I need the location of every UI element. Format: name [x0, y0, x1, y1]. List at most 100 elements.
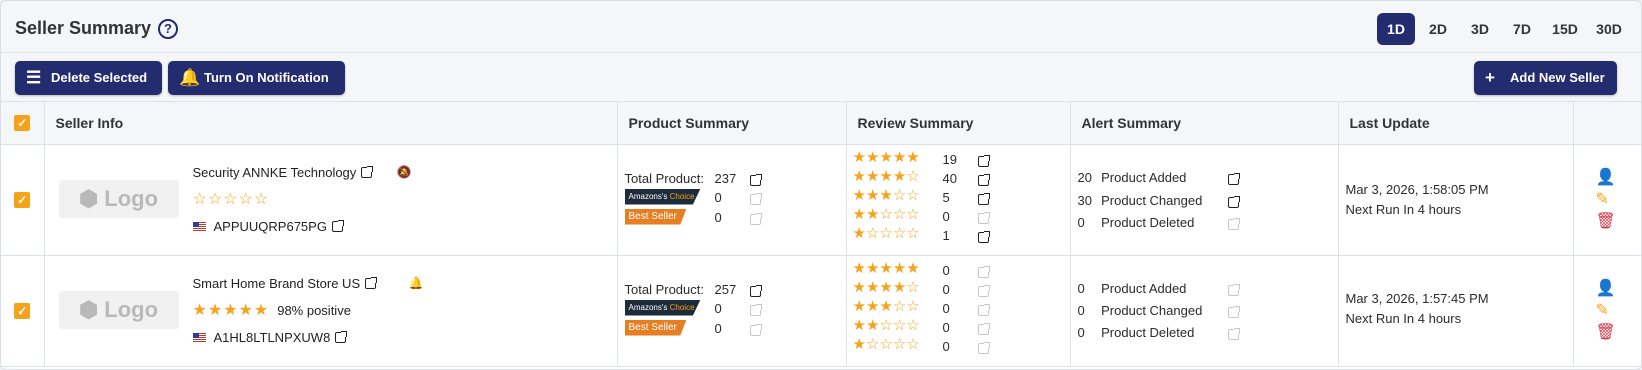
- review-summary-cell: ★★★★★ 19 ★★★★☆ 40 ★★★☆☆ 5 ★★☆☆☆ 0 ★☆☆☆☆ …: [846, 144, 1071, 256]
- external-link-icon: [749, 323, 762, 336]
- review-2-count: 0: [942, 208, 950, 224]
- add-new-seller-label: Add New Seller: [1510, 70, 1605, 85]
- seller-id: APPUUQRP675PG: [192, 219, 344, 234]
- external-link-icon[interactable]: [977, 192, 990, 205]
- seller-name-link[interactable]: Security ANNKE Technology: [193, 165, 357, 180]
- actions-cell: 👤 ✎ 🗑: [1573, 255, 1641, 367]
- bell-off-icon[interactable]: 🔕: [397, 165, 412, 179]
- trash-icon[interactable]: 🗑: [1596, 322, 1616, 342]
- external-link-icon: [749, 192, 762, 205]
- review-2-count: 0: [942, 319, 950, 335]
- review-2-stars: ★★☆☆☆: [852, 205, 920, 223]
- column-seller-info: Seller Info: [44, 102, 618, 145]
- user-icon[interactable]: 👤: [1596, 167, 1616, 187]
- review-5-stars: ★★★★★: [852, 148, 920, 166]
- range-2d[interactable]: 2D: [1419, 13, 1457, 45]
- seller-id: A1HL8LTLNPXUW8: [192, 330, 348, 345]
- next-run-text: Next Run In 4 hours: [1345, 310, 1462, 326]
- table-row: ✓ ⬢ Logo Smart Home Brand Store US 🔔 ★★★…: [1, 255, 1641, 367]
- seller-name: Smart Home Brand Store US: [193, 276, 378, 291]
- external-link-icon: [1227, 305, 1240, 318]
- bell-icon: 🔔: [179, 68, 201, 87]
- delete-selected-label: Delete Selected: [51, 70, 148, 85]
- product-summary-cell: Total Product: 237 Amazons's Choice 0 Be…: [617, 144, 847, 256]
- row-checkbox[interactable]: ✓: [14, 302, 31, 319]
- seller-info-cell: ⬢ Logo Security ANNKE Technology 🔕 ☆☆☆☆☆…: [44, 144, 618, 256]
- external-link-icon: [1227, 327, 1240, 340]
- best-seller-value: 0: [714, 209, 722, 225]
- external-link-icon: [749, 303, 762, 316]
- alert-summary-cell: 20 Product Added 30 Product Changed 0 Pr…: [1070, 144, 1339, 256]
- external-link-icon: [977, 341, 990, 354]
- external-link-icon: [977, 265, 990, 278]
- external-link-icon[interactable]: [361, 165, 374, 178]
- range-3d[interactable]: 3D: [1461, 13, 1499, 45]
- column-review-summary: Review Summary: [846, 102, 1071, 145]
- pencil-icon[interactable]: ✎: [1596, 300, 1609, 320]
- actions-cell: 👤 ✎ 🗑: [1573, 144, 1641, 256]
- seller-info-cell: ⬢ Logo Smart Home Brand Store US 🔔 ★★★★★…: [44, 255, 618, 367]
- external-link-icon[interactable]: [977, 173, 990, 186]
- question-circle-icon[interactable]: ?: [158, 19, 178, 39]
- seller-id-link[interactable]: APPUUQRP675PG: [214, 219, 327, 234]
- us-flag-icon: [192, 221, 206, 231]
- external-link-icon[interactable]: [749, 284, 762, 297]
- delete-selected-button[interactable]: ☰ Delete Selected: [15, 61, 162, 95]
- review-3-count: 5: [942, 189, 950, 205]
- external-link-icon[interactable]: [749, 173, 762, 186]
- alert-added: 20 Product Added: [1077, 169, 1187, 185]
- external-link-icon[interactable]: [977, 154, 990, 167]
- bell-on-icon[interactable]: 🔔: [409, 276, 424, 290]
- alert-deleted-count: 0: [1077, 214, 1085, 230]
- add-new-seller-button[interactable]: + Add New Seller: [1474, 61, 1617, 95]
- review-4-count: 0: [942, 281, 950, 297]
- turn-on-notification-button[interactable]: 🔔 Turn On Notification: [168, 61, 345, 95]
- logo-text: Logo: [104, 296, 159, 322]
- seller-logo: ⬢ Logo: [58, 290, 179, 329]
- row-select-cell: ✓: [1, 255, 45, 367]
- external-link-icon: [977, 303, 990, 316]
- seller-summary-panel: Seller Summary ? 1D 2D 3D 7D 15D 30D ☰ D…: [0, 0, 1642, 370]
- user-icon[interactable]: 👤: [1596, 278, 1616, 298]
- external-link-icon: [1227, 283, 1240, 296]
- external-link-icon[interactable]: [1227, 172, 1240, 185]
- alert-changed-count: 0: [1077, 302, 1085, 318]
- select-all-checkbox[interactable]: ✓: [14, 115, 31, 132]
- amazons-choice-value: 0: [714, 300, 722, 316]
- range-1d[interactable]: 1D: [1377, 13, 1415, 45]
- external-link-icon[interactable]: [331, 219, 344, 232]
- panel-header: Seller Summary ? 1D 2D 3D 7D 15D 30D: [1, 1, 1641, 53]
- review-1-count: 0: [942, 338, 950, 354]
- trash-icon[interactable]: 🗑: [1596, 211, 1616, 231]
- review-2-stars: ★★☆☆☆: [852, 316, 920, 334]
- external-link-icon[interactable]: [977, 230, 990, 243]
- review-5-count: 19: [942, 151, 957, 167]
- external-link-icon[interactable]: [365, 276, 378, 289]
- seller-id-link[interactable]: A1HL8LTLNPXUW8: [214, 330, 331, 345]
- external-link-icon[interactable]: [1227, 195, 1240, 208]
- row-select-cell: ✓: [1, 144, 45, 256]
- total-product-label: Total Product:: [624, 170, 705, 186]
- external-link-icon: [1227, 217, 1240, 230]
- row-checkbox[interactable]: ✓: [14, 191, 31, 208]
- seller-name-link[interactable]: Smart Home Brand Store US: [193, 276, 361, 291]
- alert-deleted: 0 Product Deleted: [1077, 214, 1195, 230]
- page-title: Seller Summary: [15, 18, 152, 38]
- best-seller-badge: Best Seller: [624, 319, 687, 336]
- review-4-stars: ★★★★☆: [852, 278, 920, 296]
- list-check-icon: ☰: [26, 68, 42, 87]
- positive-rating-text: 98% positive: [277, 302, 351, 318]
- us-flag-icon: [192, 332, 206, 342]
- range-30d[interactable]: 30D: [1589, 13, 1629, 45]
- external-link-icon: [977, 322, 990, 335]
- range-15d[interactable]: 15D: [1545, 13, 1585, 45]
- alert-deleted-count: 0: [1077, 324, 1085, 340]
- seller-name: Security ANNKE Technology: [193, 165, 374, 180]
- last-update-cell: Mar 3, 2026, 1:57:45 PM Next Run In 4 ho…: [1338, 255, 1574, 367]
- table-header-row: ✓ Seller Info Product Summary Review Sum…: [1, 102, 1641, 145]
- alert-added-count: 0: [1077, 280, 1085, 296]
- external-link-icon: [749, 212, 762, 225]
- range-7d[interactable]: 7D: [1503, 13, 1541, 45]
- external-link-icon[interactable]: [335, 330, 348, 343]
- pencil-icon[interactable]: ✎: [1596, 189, 1609, 209]
